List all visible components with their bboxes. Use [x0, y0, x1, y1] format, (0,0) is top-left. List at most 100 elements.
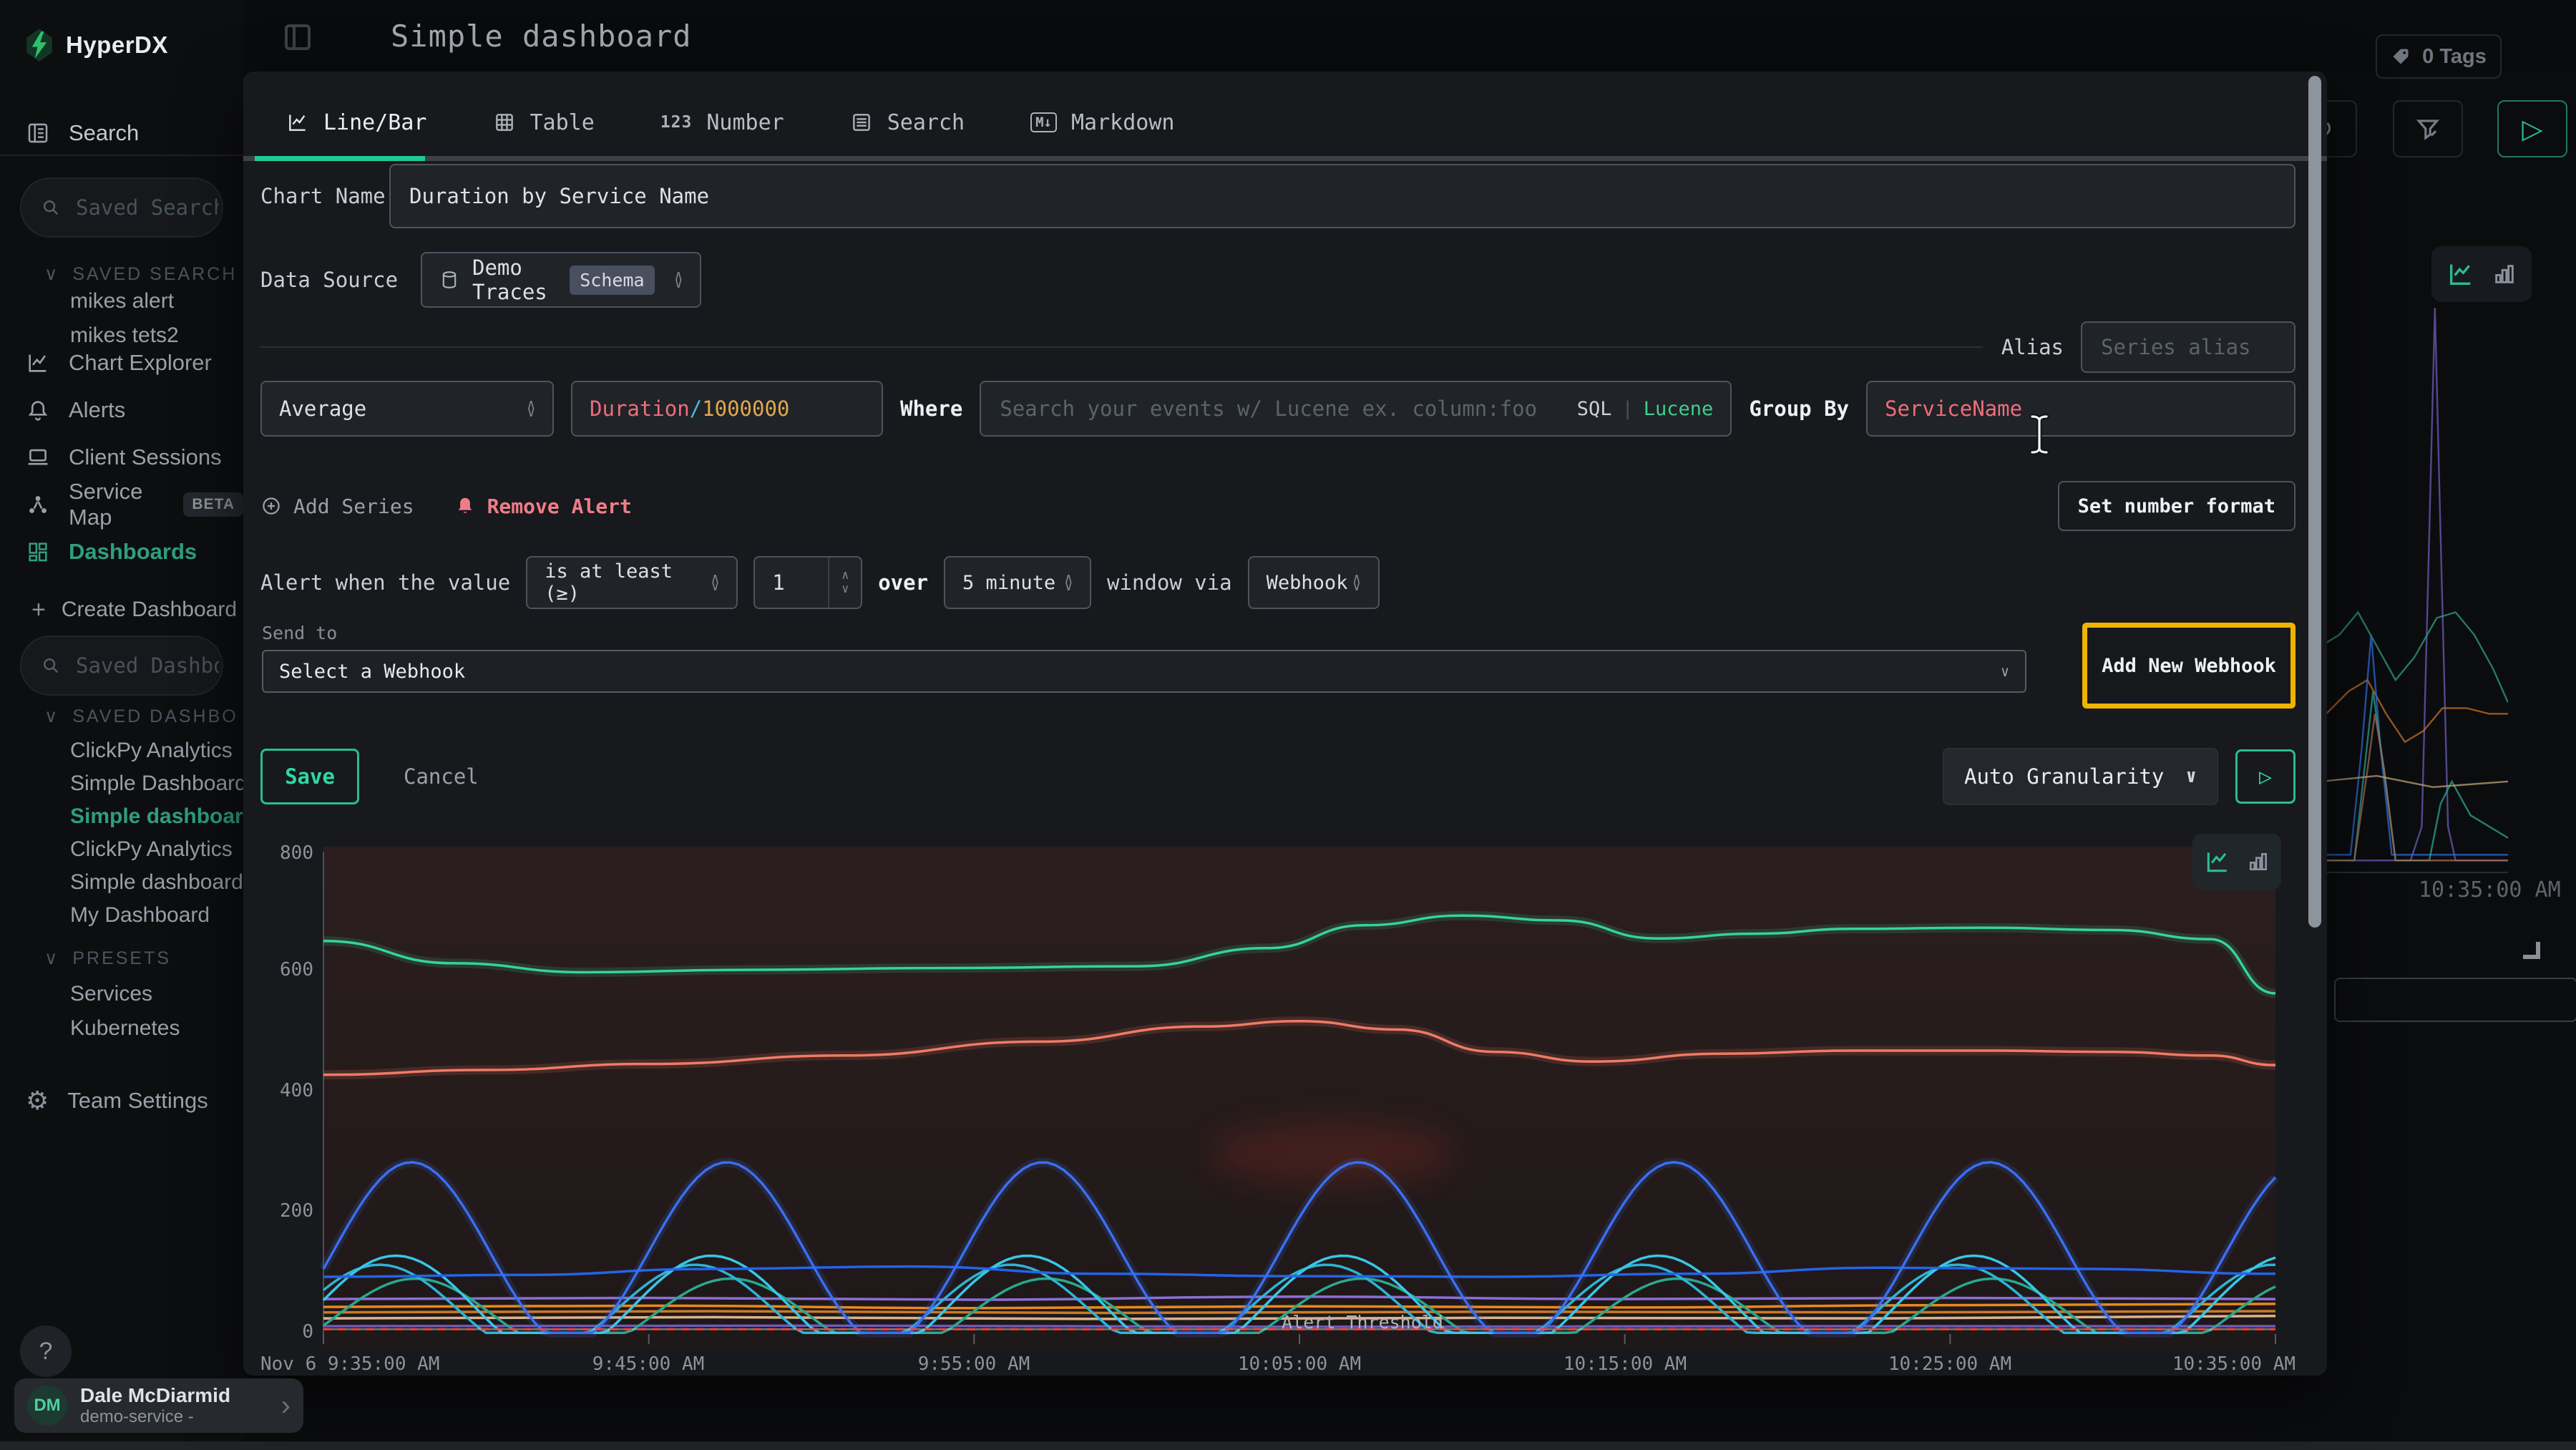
database-icon: [439, 270, 459, 290]
lucene-toggle[interactable]: Lucene: [1644, 398, 1714, 420]
preset-item[interactable]: Kubernetes: [70, 1016, 180, 1041]
sidebar-item-team-settings[interactable]: ⚙ Team Settings: [26, 1082, 208, 1119]
field-input[interactable]: Duration/1000000: [571, 381, 883, 437]
select-chevrons-icon: ∧∨: [675, 272, 683, 288]
tab-table[interactable]: Table: [493, 110, 595, 135]
scrollbar-thumb[interactable]: [2308, 76, 2321, 928]
bar-chart-icon[interactable]: [2247, 850, 2270, 873]
tab-underline: [243, 156, 2327, 161]
journal-icon: [26, 121, 50, 145]
user-subtitle: demo-service -: [80, 1407, 230, 1427]
y-axis-tick: 800: [260, 842, 313, 864]
remove-alert-button[interactable]: Remove Alert: [454, 495, 632, 518]
plot-area[interactable]: Alert Threshold: [323, 847, 2275, 1348]
saved-searches-header[interactable]: ∨ SAVED SEARCHES: [44, 263, 238, 285]
presets-header[interactable]: ∨ PRESETS: [44, 948, 238, 969]
channel-select[interactable]: Webhook ∧∨: [1248, 556, 1380, 609]
background-input[interactable]: [2334, 978, 2576, 1022]
alias-input[interactable]: [2081, 321, 2296, 373]
line-chart-icon[interactable]: [2204, 848, 2231, 875]
dashboard-item[interactable]: ClickPy Analytics: [70, 739, 233, 763]
chart-name-input[interactable]: [389, 164, 2296, 228]
chevron-down-icon: ∨: [44, 948, 59, 969]
create-dashboard-button[interactable]: + Create Dashboard: [31, 593, 237, 627]
chart-type-toggle[interactable]: [2192, 834, 2281, 890]
dashboard-item[interactable]: Simple Dashboard: [70, 772, 247, 796]
threshold-value-input[interactable]: ∧∨: [753, 556, 862, 609]
saved-searches-input[interactable]: [20, 177, 223, 238]
number-icon: 123: [660, 113, 693, 132]
aggregation-select[interactable]: Average ∧∨: [260, 381, 554, 437]
granularity-select[interactable]: Auto Granularity ∨: [1943, 748, 2218, 805]
x-axis-tick: 10:05:00 AM: [1238, 1353, 1361, 1375]
select-chevrons-icon: ∧∨: [527, 401, 535, 417]
sql-toggle[interactable]: SQL: [1577, 398, 1612, 420]
cancel-button[interactable]: Cancel: [404, 764, 479, 789]
dashboard-item[interactable]: Simple dashboard: [70, 870, 243, 895]
data-source-row: Data Source Demo Traces Schema ∧∨: [260, 252, 2296, 308]
table-icon: [493, 111, 516, 134]
help-button[interactable]: ?: [20, 1325, 72, 1377]
set-number-format-button[interactable]: Set number format: [2058, 481, 2296, 531]
saved-dashboards-input[interactable]: [20, 636, 223, 696]
tab-markdown[interactable]: M↓ Markdown: [1030, 110, 1174, 135]
chevron-down-icon: ∨: [2001, 663, 2009, 680]
webhook-select[interactable]: Select a Webhook ∨: [262, 650, 2026, 693]
comparator-select[interactable]: is at least (≥) ∧∨: [526, 556, 738, 609]
sidebar-item-alerts[interactable]: Alerts: [0, 386, 243, 434]
saved-search-item[interactable]: mikes alert: [70, 289, 174, 313]
tags-button[interactable]: 0 Tags: [2376, 34, 2502, 79]
number-stepper[interactable]: ∧∨: [828, 558, 861, 608]
brand[interactable]: HyperDX: [24, 29, 168, 62]
gear-icon: ⚙: [26, 1086, 49, 1116]
tab-search[interactable]: Search: [850, 110, 965, 135]
tab-number[interactable]: 123 Number: [660, 110, 784, 135]
divider: [260, 346, 1983, 348]
add-series-button[interactable]: Add Series: [260, 495, 414, 518]
sidebar-item-client-sessions[interactable]: Client Sessions: [0, 434, 243, 481]
y-axis-tick: 400: [260, 1080, 313, 1101]
sidebar-item-search[interactable]: Search: [0, 113, 243, 153]
sidebar-item-chart-explorer[interactable]: Chart Explorer: [0, 339, 243, 386]
tab-line-bar[interactable]: Line/Bar: [286, 110, 427, 135]
alert-bell-icon: [454, 495, 476, 517]
filter-button[interactable]: [2393, 100, 2463, 157]
run-chart-button[interactable]: ▷: [2235, 749, 2296, 804]
background-time-label: 10:35:00 AM: [2419, 877, 2561, 902]
sidebar-item-service-map[interactable]: Service Map BETA: [0, 481, 243, 528]
sidebar-nav: Chart Explorer Alerts Client Sessions Se…: [0, 339, 243, 575]
window-select[interactable]: 5 minute ∧∨: [944, 556, 1091, 609]
data-source-label: Data Source: [260, 268, 401, 292]
background-chart-type-toggle[interactable]: [2431, 246, 2532, 302]
select-chevrons-icon: ∧∨: [1065, 575, 1073, 591]
line-chart-icon[interactable]: [2446, 260, 2475, 288]
resize-handle-icon[interactable]: [2523, 942, 2540, 959]
sidebar-collapse-icon[interactable]: [280, 20, 315, 54]
background-play-button[interactable]: ▷: [2497, 100, 2567, 157]
markdown-icon: M↓: [1030, 112, 1057, 132]
y-axis-tick: 600: [260, 959, 313, 981]
page-header: Simple dashboard 0 Tags ⋮: [243, 0, 2576, 74]
data-source-select[interactable]: Demo Traces Schema ∧∨: [421, 252, 701, 308]
page-title: Simple dashboard: [391, 19, 692, 54]
bar-chart-icon[interactable]: [2492, 262, 2517, 286]
dashboard-item[interactable]: ClickPy Analytics: [70, 837, 233, 862]
hyperdx-logo-icon: [24, 29, 54, 62]
preset-item[interactable]: Services: [70, 982, 152, 1006]
saved-dashboards-header[interactable]: ∨ SAVED DASHBOARDS: [44, 706, 238, 727]
sidebar: HyperDX Search ∨ SAVED SEARCHES mikes al…: [0, 0, 243, 1450]
group-by-input[interactable]: ServiceName: [1866, 381, 2296, 437]
save-button[interactable]: Save: [260, 749, 359, 804]
bell-icon: [26, 398, 50, 422]
where-search-input[interactable]: SQL | Lucene: [980, 381, 1732, 437]
add-new-webhook-button[interactable]: Add New Webhook: [2082, 623, 2296, 709]
dashboard-item-active[interactable]: Simple dashboard: [70, 804, 256, 829]
edit-chart-modal: Line/Bar Table 123 Number Search M↓ Mark…: [243, 72, 2327, 1376]
alert-config-row: Alert when the value is at least (≥) ∧∨ …: [260, 555, 2296, 610]
sidebar-item-dashboards[interactable]: Dashboards: [0, 528, 243, 575]
chevron-right-icon: ›: [281, 1390, 291, 1422]
user-card[interactable]: DM Dale McDiarmid demo-service - ›: [14, 1378, 303, 1433]
beta-badge: BETA: [183, 492, 243, 517]
dashboard-item[interactable]: My Dashboard: [70, 903, 210, 928]
bottom-edge: [0, 1441, 2576, 1450]
